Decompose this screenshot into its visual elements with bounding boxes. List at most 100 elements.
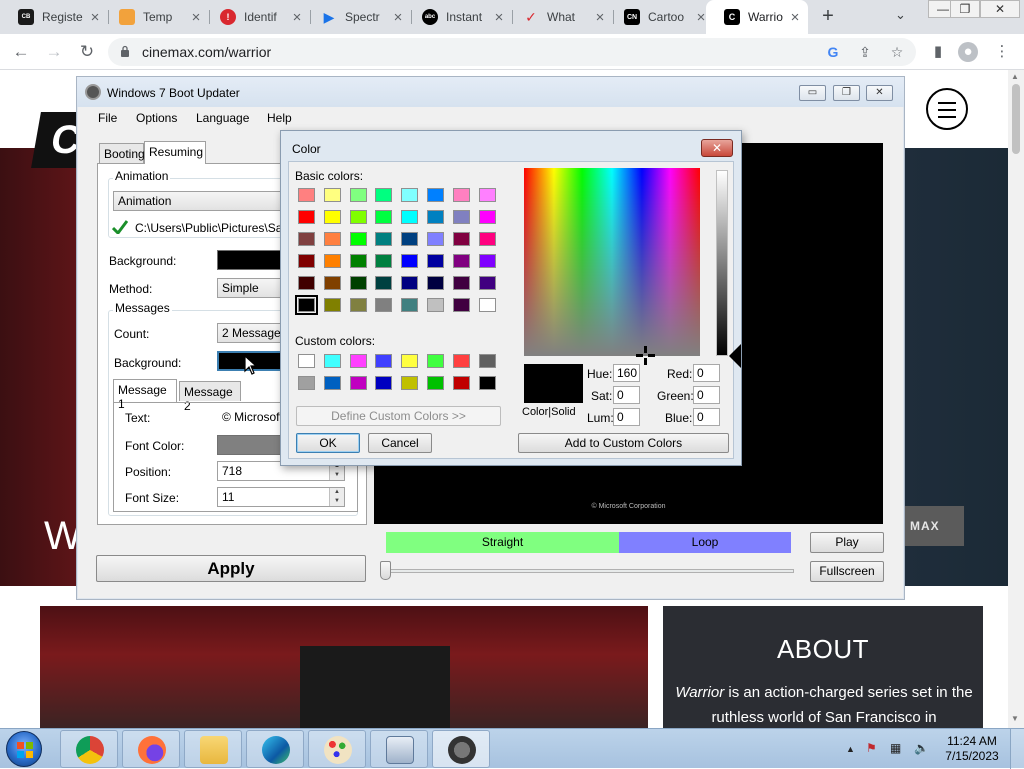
basic-color-swatch[interactable] — [478, 254, 496, 268]
basic-color-swatch[interactable] — [478, 232, 496, 246]
basic-color-swatch[interactable] — [323, 210, 341, 224]
reload-icon[interactable]: ↻ — [76, 41, 98, 63]
custom-color-swatch[interactable] — [401, 376, 419, 390]
straight-segment[interactable]: Straight — [386, 532, 619, 553]
menu-help[interactable]: Help — [267, 111, 292, 125]
basic-color-swatch[interactable] — [375, 276, 393, 290]
color-dialog-titlebar[interactable]: Color ✕ — [281, 131, 741, 161]
basic-color-swatch[interactable] — [478, 210, 496, 224]
taskbar-onscreen-keyboard[interactable] — [370, 730, 428, 768]
red-field[interactable]: 0 — [693, 364, 720, 382]
google-lens-icon[interactable]: G — [824, 43, 842, 61]
boot-updater-titlebar[interactable]: Windows 7 Boot Updater ▭ ❐ ✕ — [77, 77, 904, 107]
timeline-slider-track[interactable] — [384, 569, 794, 573]
basic-color-swatch[interactable] — [298, 254, 315, 268]
color-spectrum-picker[interactable] — [524, 168, 700, 365]
custom-color-swatch[interactable] — [323, 376, 341, 390]
browser-tab[interactable]: CB Registe × — [0, 0, 108, 34]
basic-color-swatch[interactable] — [401, 298, 419, 312]
basic-color-swatch[interactable] — [298, 232, 315, 246]
custom-color-swatch[interactable] — [478, 354, 496, 368]
basic-color-swatch[interactable] — [452, 298, 470, 312]
scroll-down-icon[interactable]: ▼ — [1011, 714, 1019, 723]
start-button[interactable] — [6, 731, 42, 767]
browser-tab[interactable]: ✓ What × — [505, 0, 613, 34]
updater-maximize-button[interactable]: ❐ — [833, 85, 860, 101]
basic-color-swatch[interactable] — [401, 254, 419, 268]
green-field[interactable]: 0 — [693, 386, 720, 404]
cancel-button[interactable]: Cancel — [368, 433, 432, 453]
system-clock[interactable]: 11:24 AM 7/15/2023 — [944, 734, 1000, 764]
forward-arrow-icon[interactable]: → — [43, 41, 65, 63]
custom-color-swatch[interactable] — [349, 354, 367, 368]
basic-color-swatch[interactable] — [323, 276, 341, 290]
basic-color-swatch[interactable] — [349, 254, 367, 268]
share-icon[interactable]: ⇪ — [856, 43, 874, 61]
tab-close-icon[interactable]: × — [593, 9, 607, 26]
new-tab-button[interactable]: + — [817, 4, 839, 28]
custom-color-swatch[interactable] — [452, 376, 470, 390]
updater-close-button[interactable]: ✕ — [866, 85, 893, 101]
spin-down-icon[interactable]: ▼ — [330, 471, 344, 480]
menu-options[interactable]: Options — [136, 111, 177, 125]
basic-color-swatch[interactable] — [375, 210, 393, 224]
updater-minimize-button[interactable]: ▭ — [799, 85, 826, 101]
custom-color-swatch[interactable] — [375, 354, 393, 368]
browser-tab[interactable]: ▶ Spectr × — [303, 0, 411, 34]
sat-field[interactable]: 0 — [613, 386, 640, 404]
tab-message-1[interactable]: Message 1 — [113, 379, 177, 411]
taskbar-boot-updater[interactable] — [432, 730, 490, 768]
taskbar-paint[interactable] — [308, 730, 366, 768]
basic-color-swatch[interactable] — [349, 276, 367, 290]
taskbar-firefox[interactable] — [122, 730, 180, 768]
basic-color-swatch[interactable] — [427, 298, 444, 312]
hue-field[interactable]: 160 — [613, 364, 640, 382]
close-window-button[interactable]: ✕ — [980, 0, 1020, 18]
show-desktop-button[interactable] — [1010, 729, 1024, 769]
basic-color-swatch[interactable] — [401, 232, 419, 246]
fullscreen-button[interactable]: Fullscreen — [810, 561, 884, 582]
basic-color-swatch[interactable] — [349, 232, 367, 246]
tab-search-button[interactable]: ⌄ — [895, 7, 906, 23]
basic-color-swatch[interactable] — [349, 298, 367, 312]
scrollbar-thumb[interactable] — [1012, 84, 1020, 154]
tab-message-2[interactable]: Message 2 — [179, 381, 241, 413]
basic-color-swatch[interactable] — [375, 232, 393, 246]
basic-color-swatch[interactable] — [323, 254, 341, 268]
basic-color-swatch[interactable] — [349, 210, 367, 224]
tab-close-icon[interactable]: × — [88, 9, 102, 26]
font-size-spin-buttons[interactable]: ▲ ▼ — [329, 488, 344, 506]
address-bar[interactable]: cinemax.com/warrior G ⇪ ☆ — [108, 38, 916, 66]
custom-color-swatch[interactable] — [298, 376, 315, 390]
define-custom-colors-button[interactable]: Define Custom Colors >> — [296, 406, 501, 426]
basic-color-swatch[interactable] — [478, 188, 496, 202]
basic-color-swatch[interactable] — [452, 276, 470, 290]
page-scrollbar[interactable]: ▲ ▼ — [1008, 70, 1024, 728]
spin-down-icon[interactable]: ▼ — [330, 497, 344, 506]
taskbar-edge[interactable] — [246, 730, 304, 768]
basic-color-swatch[interactable] — [401, 276, 419, 290]
blue-field[interactable]: 0 — [693, 408, 720, 426]
basic-color-swatch[interactable] — [427, 210, 444, 224]
luminosity-slider[interactable] — [716, 170, 728, 356]
browser-tab[interactable]: ! Identif × — [202, 0, 310, 34]
action-center-flag-icon[interactable]: ⚑ — [866, 741, 877, 755]
basic-color-swatch[interactable] — [452, 210, 470, 224]
menu-language[interactable]: Language — [196, 111, 249, 125]
more-menu-icon[interactable]: ⋮ — [992, 42, 1012, 62]
basic-color-swatch[interactable] — [375, 254, 393, 268]
tab-close-icon[interactable]: × — [492, 9, 506, 26]
profile-avatar-icon[interactable]: ● — [958, 42, 978, 62]
tab-close-icon[interactable]: × — [189, 9, 203, 26]
volume-muted-icon[interactable]: 🔈 — [914, 741, 929, 755]
bookmark-star-icon[interactable]: ☆ — [888, 43, 906, 61]
tab-close-icon[interactable]: × — [391, 9, 405, 26]
restore-button[interactable]: ❐ — [950, 0, 980, 18]
custom-color-swatch[interactable] — [349, 376, 367, 390]
basic-color-swatch[interactable] — [478, 298, 496, 312]
custom-color-swatch[interactable] — [452, 354, 470, 368]
basic-color-swatch[interactable] — [323, 232, 341, 246]
browser-tab[interactable]: abc Instant × — [404, 0, 512, 34]
lum-field[interactable]: 0 — [613, 408, 640, 426]
ok-button[interactable]: OK — [296, 433, 360, 453]
